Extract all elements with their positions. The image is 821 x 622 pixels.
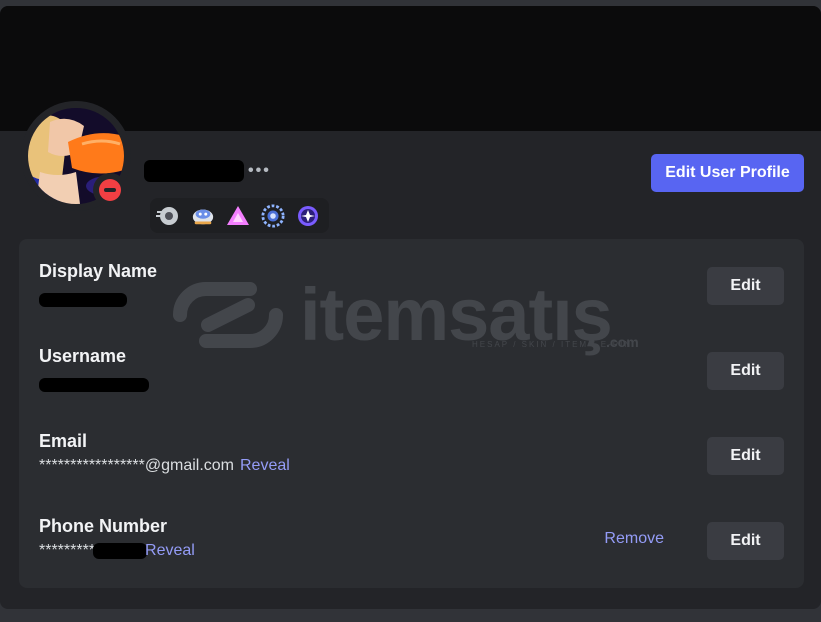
phone-row: Phone Number ********* Reveal Remove Edi… <box>39 516 784 586</box>
username-row: Username Edit <box>39 346 784 416</box>
email-label: Email <box>39 431 88 451</box>
quest-icon[interactable] <box>191 204 215 228</box>
username-edit-button[interactable]: Edit <box>707 352 784 390</box>
avatar-wrapper <box>21 101 131 211</box>
phone-masked: ********* <box>39 542 96 559</box>
hypesquad-icon[interactable] <box>156 204 180 228</box>
display-name-row: Display Name Edit <box>39 261 784 331</box>
profile-banner <box>0 6 821 131</box>
user-account-card: ••• Edit User Profile Display Name Edit … <box>0 6 821 609</box>
email-reveal-link[interactable]: Reveal <box>240 457 290 475</box>
more-icon[interactable]: ••• <box>248 162 271 180</box>
display-name-label: Display Name <box>39 261 158 281</box>
username-header: ••• <box>144 156 271 186</box>
redacted-name <box>144 160 244 182</box>
redacted-phone <box>93 543 148 559</box>
nitro-triangle-icon[interactable] <box>226 204 250 228</box>
phone-value: ********* Reveal <box>39 542 195 560</box>
redacted-display-name <box>39 293 127 307</box>
email-value: *****************@gmail.com Reveal <box>39 457 290 475</box>
email-row: Email *****************@gmail.com Reveal… <box>39 431 784 501</box>
username-label: Username <box>39 346 127 366</box>
email-masked: *****************@gmail.com <box>39 457 234 474</box>
email-edit-button[interactable]: Edit <box>707 437 784 475</box>
username-value <box>39 372 149 392</box>
phone-reveal-link[interactable]: Reveal <box>145 542 195 560</box>
display-name-value <box>39 287 127 307</box>
display-name-edit-button[interactable]: Edit <box>707 267 784 305</box>
phone-edit-button[interactable]: Edit <box>707 522 784 560</box>
redacted-username <box>39 378 149 392</box>
phone-label: Phone Number <box>39 516 168 536</box>
account-info-panel: Display Name Edit Username Edit Email **… <box>19 239 804 588</box>
phone-remove-link[interactable]: Remove <box>604 530 664 548</box>
dnd-status-icon <box>99 179 121 201</box>
laurel-icon[interactable] <box>261 203 285 228</box>
orb-icon[interactable] <box>296 204 320 228</box>
badge-list <box>150 198 329 233</box>
status-indicator <box>93 173 127 207</box>
edit-user-profile-button[interactable]: Edit User Profile <box>651 154 804 192</box>
